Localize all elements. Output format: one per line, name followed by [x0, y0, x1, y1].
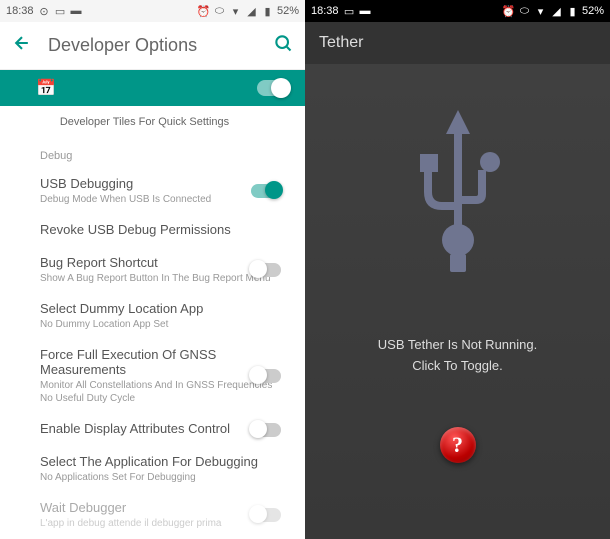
setting-subtitle: L'app in debug attende il debugger prima	[40, 517, 281, 530]
setting-title: Enable Display Attributes Control	[40, 421, 281, 436]
battery-percent: 52%	[582, 5, 604, 17]
setting-subtitle: Show A Bug Report Button In The Bug Repo…	[40, 272, 281, 285]
notification-icon: ▭	[343, 5, 356, 18]
alarm-icon: ⏰	[197, 5, 210, 18]
setting-subtitle: Monitor All Constellations And In GNSS F…	[40, 379, 281, 405]
toggle-switch[interactable]	[251, 263, 281, 277]
search-icon[interactable]	[273, 33, 293, 58]
tether-status-line1: USB Tether Is Not Running.	[378, 335, 537, 356]
notification-icon: ▭	[54, 5, 67, 18]
setting-title: Select Dummy Location App	[40, 301, 281, 316]
back-arrow-icon[interactable]	[12, 33, 32, 58]
setting-title: Force Full Execution Of GNSS Measurement…	[40, 347, 281, 377]
setting-title: Wait Debugger	[40, 500, 281, 515]
quick-tiles-link[interactable]: Developer Tiles For Quick Settings	[0, 106, 289, 138]
tether-main[interactable]: USB Tether Is Not Running. Click To Togg…	[305, 64, 610, 539]
setting-title: Revoke USB Debug Permissions	[40, 222, 281, 237]
master-toggle-banner[interactable]: 📅	[0, 70, 305, 106]
setting-usb-debugging[interactable]: USB Debugging Debug Mode When USB Is Con…	[40, 168, 289, 214]
usb-icon	[388, 100, 528, 285]
settings-list: Developer Tiles For Quick Settings Debug…	[0, 106, 305, 539]
setting-subtitle: No Dummy Location App Set	[40, 318, 281, 331]
right-phone: 18:38 ▭ ▬ ⏰ ⬭ ▾ ◢ ▮ 52% Tether	[305, 0, 610, 539]
section-label: Debug	[40, 138, 289, 168]
setting-subtitle: Debug Mode When USB Is Connected	[40, 193, 281, 206]
status-time: 18:38	[6, 5, 34, 17]
setting-display-attributes[interactable]: Enable Display Attributes Control	[40, 413, 289, 446]
setting-title: USB Debugging	[40, 176, 281, 191]
master-switch[interactable]	[257, 80, 289, 96]
tether-status-text: USB Tether Is Not Running. Click To Togg…	[378, 335, 537, 377]
app-header: Tether	[305, 22, 610, 64]
wifi-icon: ▾	[534, 5, 547, 18]
toggle-switch[interactable]	[251, 423, 281, 437]
link-icon: ⬭	[213, 5, 226, 18]
setting-revoke-usb[interactable]: Revoke USB Debug Permissions	[40, 214, 289, 247]
setting-bug-report[interactable]: Bug Report Shortcut Show A Bug Report Bu…	[40, 247, 289, 293]
battery-icon: ▮	[566, 5, 579, 18]
notification-icon: ▬	[70, 5, 83, 18]
signal-icon: ◢	[245, 5, 258, 18]
page-title: Tether	[319, 34, 363, 52]
help-icon[interactable]: ?	[440, 427, 476, 463]
setting-subtitle: No Applications Set For Debugging	[40, 471, 281, 484]
battery-percent: 52%	[277, 5, 299, 17]
battery-icon: ▮	[261, 5, 274, 18]
status-bar: 18:38 ▭ ▬ ⏰ ⬭ ▾ ◢ ▮ 52%	[305, 0, 610, 22]
toggle-switch[interactable]	[251, 184, 281, 198]
notification-icon: ▬	[359, 5, 372, 18]
status-bar: 18:38 ⊙ ▭ ▬ ⏰ ⬭ ▾ ◢ ▮ 52%	[0, 0, 305, 22]
wifi-icon: ▾	[229, 5, 242, 18]
tether-status-line2: Click To Toggle.	[378, 356, 537, 377]
setting-dummy-location[interactable]: Select Dummy Location App No Dummy Locat…	[40, 293, 289, 339]
status-time: 18:38	[311, 5, 339, 17]
setting-title: Bug Report Shortcut	[40, 255, 281, 270]
app-header: Developer Options	[0, 22, 305, 70]
banner-icon: 📅	[36, 78, 56, 98]
toggle-switch[interactable]	[251, 369, 281, 383]
signal-icon: ◢	[550, 5, 563, 18]
setting-debug-app[interactable]: Select The Application For Debugging No …	[40, 446, 289, 492]
setting-gnss[interactable]: Force Full Execution Of GNSS Measurement…	[40, 339, 289, 413]
setting-title: Select The Application For Debugging	[40, 454, 281, 469]
notification-icon: ⊙	[38, 5, 51, 18]
page-title: Developer Options	[48, 35, 273, 56]
link-icon: ⬭	[518, 5, 531, 18]
alarm-icon: ⏰	[502, 5, 515, 18]
left-phone: 18:38 ⊙ ▭ ▬ ⏰ ⬭ ▾ ◢ ▮ 52% Developer Opti…	[0, 0, 305, 539]
setting-wait-debugger[interactable]: Wait Debugger L'app in debug attende il …	[40, 492, 289, 538]
toggle-switch[interactable]	[251, 508, 281, 522]
help-label: ?	[452, 432, 463, 458]
